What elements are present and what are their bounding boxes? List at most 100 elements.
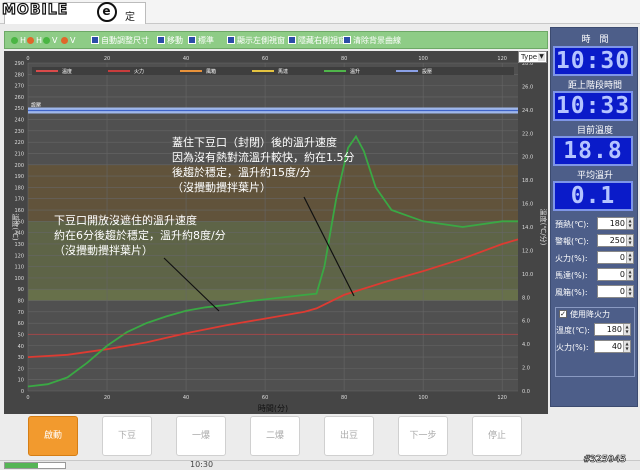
value-stepper[interactable]: 250 ▲ ▼: [597, 234, 634, 247]
stepper-arrows-icon[interactable]: ▲ ▼: [626, 235, 633, 246]
toolbar-item-7[interactable]: 顯示左側視窗: [227, 34, 285, 47]
y-left-tick-label: 120: [14, 253, 24, 259]
y-left-tick-label: 70: [18, 310, 24, 316]
chevron-down-icon: ▼: [538, 53, 545, 61]
annotation-line: 後趨於穩定，溫升約15度/分: [172, 166, 311, 179]
y-left-tick-label: 60: [18, 321, 24, 327]
toolbar-item-9[interactable]: 清除背景曲線: [343, 34, 401, 47]
field-label: 火力(%):: [555, 254, 588, 263]
stepper-arrows-icon[interactable]: ▲ ▼: [626, 252, 633, 263]
value-stepper[interactable]: 180 ▲ ▼: [594, 323, 631, 336]
field-label: 溫度(℃):: [556, 326, 590, 335]
y-left-tick-label: 250: [14, 106, 24, 112]
circle-icon: [27, 37, 34, 44]
y-left-tick-label: 190: [14, 174, 24, 180]
toolbar-item-0[interactable]: H: [11, 34, 26, 47]
y-left-tick-label: 270: [14, 84, 24, 90]
x-top-tick-label: 80: [341, 56, 347, 62]
value-stepper[interactable]: 180 ▲ ▼: [597, 217, 634, 230]
mobile01-logo: MOBILE e: [1, 1, 128, 22]
right-panel: 時 間 10:30 距上階段時間 10:33 目前溫度 18.8 平均溫升 0.…: [550, 27, 638, 407]
y-left-tick-label: 200: [14, 163, 24, 169]
control-button-0[interactable]: 啟動: [28, 416, 78, 456]
current-temp-title: 目前溫度: [576, 126, 613, 136]
field-row: 風箱(%): 0 ▲ ▼: [555, 285, 635, 299]
toolbar-item-label: H: [20, 36, 27, 45]
value-stepper[interactable]: 0 ▲ ▼: [597, 268, 634, 281]
annotation-line: 蓋住下豆口（封閉）後的溫升速度: [172, 136, 337, 149]
field-row: 警報(℃): 250 ▲ ▼: [555, 234, 635, 248]
y-left-tick-label: 80: [18, 299, 24, 305]
toolbar-item-1[interactable]: H: [27, 34, 42, 47]
x-tick-label: 120: [497, 395, 507, 401]
toolbar-item-label: 隱藏右側視窗: [298, 36, 346, 45]
toolbar-item-2[interactable]: V: [43, 34, 57, 47]
reduce-fire-checkbox[interactable]: ✓: [559, 310, 567, 318]
time-display: 10:30: [553, 46, 633, 76]
control-button-1[interactable]: 下豆: [102, 416, 152, 456]
circle-icon: [11, 37, 18, 44]
x-top-tick-label: 100: [418, 56, 428, 62]
value-stepper[interactable]: 40 ▲ ▼: [594, 340, 631, 353]
x-top-tick-label: 20: [104, 56, 110, 62]
y-left-tick-label: 10: [18, 378, 24, 384]
field-label: 風箱(%):: [555, 288, 588, 297]
sub-field-row: 溫度(℃): 180 ▲ ▼: [556, 323, 636, 337]
y-right-tick-label: 14.0: [522, 225, 533, 231]
x-top-tick-label: 0: [26, 56, 29, 62]
control-button-3[interactable]: 二爆: [250, 416, 300, 456]
toolbar-item-label: 清除背景曲線: [353, 36, 401, 45]
y-right-tick-label: 16.0: [522, 202, 533, 208]
y-right-tick-label: 22.0: [522, 131, 533, 137]
legend-label: 風箱: [206, 68, 216, 75]
toolbar-item-5[interactable]: 移動: [157, 34, 183, 47]
toolbar-item-8[interactable]: 隱藏右側視窗: [288, 34, 346, 47]
y-right-tick-label: 0.0: [522, 389, 530, 395]
control-button-2[interactable]: 一爆: [176, 416, 226, 456]
y-right-tick-label: 18.0: [522, 178, 533, 184]
y-left-tick-label: 20: [18, 366, 24, 372]
annotation-line: 約在6分後趨於穩定，溫升約8度/分: [54, 229, 226, 242]
toolbar-icon: [91, 36, 99, 44]
y-left-tick-label: 110: [14, 265, 24, 271]
x-top-tick-label: 120: [497, 56, 507, 62]
status-progress-fill: [5, 463, 38, 468]
stepper-arrows-icon[interactable]: ▲ ▼: [626, 286, 633, 297]
stage-time-display: 10:33: [553, 91, 633, 121]
logo-text: MOBILE: [1, 1, 69, 18]
value-stepper[interactable]: 0 ▲ ▼: [597, 251, 634, 264]
reduce-fire-label: 使用降火力: [570, 310, 610, 319]
field-row: 火力(%): 0 ▲ ▼: [555, 251, 635, 265]
control-button-5[interactable]: 下一步: [398, 416, 448, 456]
toolbar-icon: [188, 36, 196, 44]
toolbar-item-4[interactable]: 自動調整尺寸: [91, 34, 149, 47]
y-left-tick-label: 210: [14, 151, 24, 157]
stepper-arrows-icon[interactable]: ▲ ▼: [626, 269, 633, 280]
x-axis-label: 時間(分): [258, 404, 288, 413]
logo-mark: e: [97, 2, 117, 22]
field-label: 預熱(℃):: [555, 220, 589, 229]
status-time: 10:30: [190, 460, 214, 469]
value-stepper[interactable]: 0 ▲ ▼: [597, 285, 634, 298]
time-title: 時 間: [581, 35, 609, 45]
watermark: #325945: [584, 454, 627, 466]
control-button-4[interactable]: 出豆: [324, 416, 374, 456]
y-left-tick-label: 100: [14, 276, 24, 282]
annotation-line: 因為沒有熱對流溫升較快，約在1.5分: [172, 151, 355, 164]
y-right-tick-label: 24.0: [522, 108, 533, 114]
stepper-arrows-icon[interactable]: ▲ ▼: [623, 324, 630, 335]
toolbar-icon: [288, 36, 296, 44]
y-left-tick-label: 180: [14, 185, 24, 191]
legend-label: 溫度: [62, 68, 72, 75]
app-window: 定 MOBILE e H H V V 自動調整尺寸 移動 標準 顯示左側視窗 隱藏右側視窗 清除背…: [0, 0, 640, 470]
stepper-arrows-icon[interactable]: ▲ ▼: [626, 218, 633, 229]
stepper-value: 180: [609, 219, 625, 228]
toolbar-item-label: 移動: [167, 36, 183, 45]
annotation-line: （沒攪動攪拌葉片）: [172, 181, 271, 194]
control-button-6[interactable]: 停止: [472, 416, 522, 456]
x-tick-label: 40: [183, 395, 189, 401]
toolbar-item-6[interactable]: 標準: [188, 34, 214, 47]
type-select[interactable]: Type ▼: [518, 51, 547, 63]
toolbar-item-3[interactable]: V: [61, 34, 75, 47]
stepper-arrows-icon[interactable]: ▲ ▼: [623, 341, 630, 352]
